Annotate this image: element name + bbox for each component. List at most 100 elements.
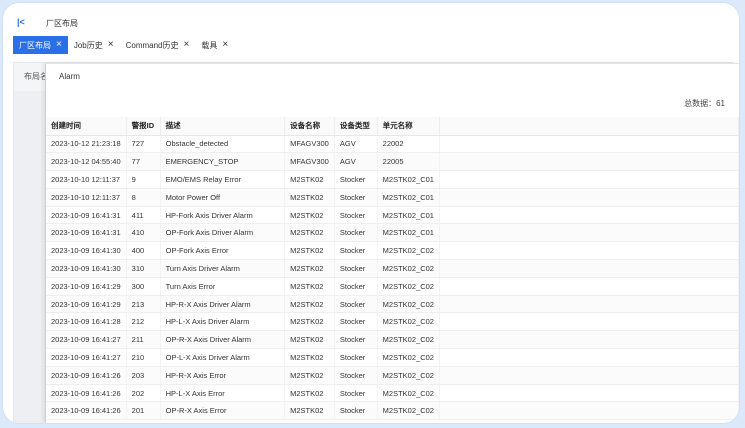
cell-filler (439, 135, 739, 154)
cell-created-time: 2023-10-10 12:11:37 (46, 188, 127, 207)
cell-alarm-id: 202 (126, 384, 161, 403)
cell-filler (439, 152, 739, 172)
cell-filler (439, 188, 739, 207)
cell-alarm-id: 400 (126, 241, 161, 261)
cell-alarm-id: 9 (126, 170, 161, 189)
cell-created-time: 2023-10-09 16:41:30 (46, 241, 127, 261)
cell-created-time: 2023-10-09 16:41:26 (46, 384, 127, 403)
close-icon[interactable]: × (108, 40, 114, 50)
column-header-created-time[interactable]: 创建时间 (46, 117, 127, 136)
cell-description: OP-L-X Axis Driver Alarm (160, 348, 286, 367)
cell-created-time: 2023-10-09 16:41:30 (46, 259, 127, 278)
cell-unit-name: 22002 (377, 135, 440, 154)
cell-filler (439, 259, 739, 278)
tab-layout[interactable]: 厂区布局 × (13, 36, 68, 54)
tab-job-history[interactable]: Job历史 × (68, 36, 120, 54)
cell-created-time: 2023-10-09 16:41:26 (46, 366, 127, 385)
cell-description: HP-R-X Axis Error (160, 366, 286, 385)
cell-alarm-id: 8 (126, 188, 161, 207)
table-row[interactable]: 2023-10-10 12:11:37 8 Motor Power Off M2STK… (46, 188, 739, 207)
column-header-device-type[interactable]: 设备类型 (334, 117, 378, 136)
table-row[interactable]: 2023-10-09 16:41:30 400 OP-Fork Axis Error… (46, 241, 739, 261)
table-row[interactable]: 2023-10-09 16:41:26 203 HP-R-X Axis Error M… (46, 366, 739, 385)
cell-device-name: M2STK02 (284, 384, 335, 403)
cell-description: Obstacle_detected (160, 135, 286, 154)
cell-description: HP-L-X Axis Driver Alarm (160, 312, 286, 332)
cell-unit-name: M2STK02_C01 (377, 206, 440, 225)
cell-device-type: Stocker (334, 366, 378, 385)
table-row[interactable]: 2023-10-09 16:41:28 212 HP-L-X Axis Driver… (46, 312, 739, 332)
cell-alarm-id: 410 (126, 223, 161, 243)
cell-device-type: AGV (334, 152, 378, 172)
close-icon[interactable]: × (56, 40, 62, 50)
cell-description: HP-Fork Axis Driver Alarm (160, 206, 286, 225)
cell-description: OP-R-X Axis Error (160, 401, 286, 421)
cell-created-time: 2023-10-09 16:41:31 (46, 206, 127, 225)
cell-unit-name: M2STK02_C02 (377, 295, 440, 314)
table-row[interactable]: 2023-10-09 16:41:27 210 OP-L-X Axis Driver… (46, 348, 739, 367)
cell-description: HP-R-X Axis Driver Alarm (160, 295, 286, 314)
column-header-unit-name[interactable]: 单元名称 (377, 117, 440, 136)
cell-device-type: Stocker (334, 259, 378, 278)
total-count: 总数据：61 (684, 99, 725, 108)
cell-filler (439, 384, 739, 403)
cell-description: OP-Fork Axis Error (160, 241, 286, 261)
column-header-device-name[interactable]: 设备名称 (284, 117, 335, 136)
cell-unit-name: 22005 (377, 152, 440, 172)
cell-description: Turn Axis Driver Alarm (160, 259, 286, 278)
cell-description: OP-R-X Axis Driver Alarm (160, 330, 286, 350)
tab-command-history[interactable]: Command历史 × (120, 36, 196, 54)
table-row[interactable]: 2023-10-09 16:41:29 300 Turn Axis Error M2S… (46, 277, 739, 296)
table-row[interactable]: 2023-10-09 16:41:30 310 Turn Axis Driver A… (46, 259, 739, 278)
cell-created-time: 2023-10-09 16:41:28 (46, 312, 127, 332)
table-row[interactable]: 2023-10-10 12:11:37 9 EMO/EMS Relay Error M… (46, 170, 739, 189)
tab-carrier[interactable]: 载具 × (195, 36, 234, 54)
cell-filler (439, 312, 739, 332)
cell-device-type: Stocker (334, 170, 378, 189)
table-row[interactable]: 2023-10-12 21:23:18 727 Obstacle_detected M… (46, 135, 739, 154)
close-icon[interactable]: × (184, 40, 190, 50)
column-header-alarm-id[interactable]: 警报ID (126, 117, 161, 136)
close-icon[interactable]: × (222, 40, 228, 50)
table-row[interactable]: 2023-10-09 16:41:26 201 OP-R-X Axis Error M… (46, 401, 739, 421)
cell-device-name: M2STK02 (284, 366, 335, 385)
cell-unit-name: M2STK02_C02 (377, 348, 440, 367)
cell-unit-name: M2STK02_C02 (377, 330, 440, 350)
drawer-title: Alarm (59, 72, 80, 81)
cell-created-time: 2023-10-09 16:41:29 (46, 295, 127, 314)
cell-description: EMO/EMS Relay Error (160, 170, 286, 189)
table-row[interactable]: 2023-10-09 16:41:26 202 HP-L-X Axis Error M… (46, 384, 739, 403)
cell-created-time: 2023-10-09 16:41:27 (46, 348, 127, 367)
column-header-description[interactable]: 描述 (160, 117, 286, 136)
cell-created-time: 2023-10-09 16:41:26 (46, 401, 127, 421)
table-row[interactable]: 2023-10-09 16:41:31 410 OP-Fork Axis Drive… (46, 223, 739, 243)
tab-bar: 厂区布局 × Job历史 × Command历史 × 载具 × (13, 36, 234, 54)
cell-alarm-id: 211 (126, 330, 161, 350)
cell-device-name: MFAGV300 (284, 135, 335, 154)
cell-device-name: M2STK02 (284, 277, 335, 296)
cell-alarm-id: 411 (126, 206, 161, 225)
cell-alarm-id: 201 (126, 401, 161, 421)
cell-created-time: 2023-10-09 16:41:31 (46, 223, 127, 243)
cell-device-type: Stocker (334, 223, 378, 243)
table-row[interactable]: 2023-10-09 16:41:27 211 OP-R-X Axis Driver… (46, 330, 739, 350)
cell-unit-name: M2STK02_C01 (377, 188, 440, 207)
cell-device-type: Stocker (334, 188, 378, 207)
cell-alarm-id: 77 (126, 152, 161, 172)
cell-unit-name: M2STK02_C02 (377, 401, 440, 421)
cell-description: Turn Axis Error (160, 277, 286, 296)
cell-filler (439, 241, 739, 261)
cell-device-name: MFAGV300 (284, 152, 335, 172)
cell-description: Motor Power Off (160, 188, 286, 207)
cell-device-name: M2STK02 (284, 312, 335, 332)
cell-unit-name: M2STK02_C02 (377, 366, 440, 385)
table-row[interactable]: 2023-10-09 16:41:31 411 HP-Fork Axis Drive… (46, 206, 739, 225)
table-row[interactable]: 2023-10-09 16:41:29 213 HP-R-X Axis Driver… (46, 295, 739, 314)
cell-device-type: AGV (334, 135, 378, 154)
tab-label: 厂区布局 (19, 40, 51, 50)
double-chevron-left-icon[interactable]: |< (17, 17, 27, 27)
cell-device-type: Stocker (334, 384, 378, 403)
cell-device-name: M2STK02 (284, 223, 335, 243)
cell-filler (439, 348, 739, 367)
table-row[interactable]: 2023-10-12 04:55:40 77 EMERGENCY_STOP MFAGV… (46, 152, 739, 172)
